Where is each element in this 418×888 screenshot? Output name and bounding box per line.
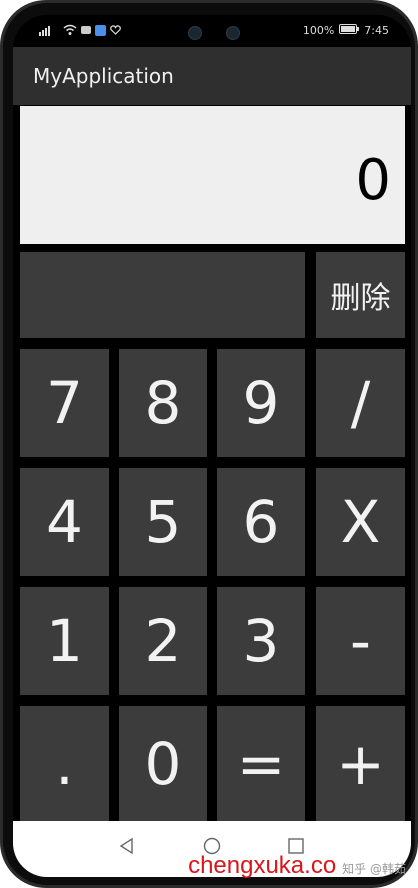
signal-icon — [39, 24, 59, 39]
notification-icon — [81, 25, 91, 38]
key-0[interactable]: 0 — [119, 706, 207, 822]
status-icons-left — [39, 24, 121, 39]
app-notification-icon — [95, 24, 106, 39]
clock: 7:45 — [364, 24, 389, 37]
decimal-button[interactable]: . — [20, 706, 109, 822]
back-icon[interactable] — [118, 837, 136, 859]
status-bar: 100% 7:45 — [13, 15, 411, 49]
key-2[interactable]: 2 — [119, 587, 207, 695]
key-1[interactable]: 1 — [20, 587, 109, 695]
front-camera-icon — [188, 26, 202, 40]
equals-button[interactable]: = — [217, 706, 305, 822]
wifi-icon — [63, 24, 77, 39]
phone-screen: 100% 7:45 MyApplication 0 删除 7 8 9 / 4 5… — [13, 15, 411, 877]
delete-button[interactable]: 删除 — [316, 252, 405, 338]
watermark-author: 知乎 @韩茹 — [342, 862, 406, 876]
app-title: MyApplication — [33, 64, 174, 88]
key-8[interactable]: 8 — [119, 349, 207, 457]
key-4[interactable]: 4 — [20, 468, 109, 576]
add-button[interactable]: + — [316, 706, 405, 822]
key-3[interactable]: 3 — [217, 587, 305, 695]
divide-button[interactable]: / — [316, 349, 405, 457]
phone-frame: 100% 7:45 MyApplication 0 删除 7 8 9 / 4 5… — [0, 0, 418, 888]
key-7[interactable]: 7 — [20, 349, 109, 457]
subtract-button[interactable]: - — [316, 587, 405, 695]
app-bar: MyApplication — [13, 47, 411, 105]
calculator-grid: 0 删除 7 8 9 / 4 5 6 X 1 2 3 - . 0 = + — [20, 106, 405, 822]
battery-icon — [339, 24, 360, 37]
watermark-site: chengxuka.co — [188, 852, 337, 879]
front-sensor-icon — [226, 26, 240, 40]
battery-percent: 100% — [302, 24, 335, 37]
phone-bezel: 100% 7:45 MyApplication 0 删除 7 8 9 / 4 5… — [3, 3, 415, 885]
key-9[interactable]: 9 — [217, 349, 305, 457]
key-6[interactable]: 6 — [217, 468, 305, 576]
watermark: chengxuka.co 知乎 @韩茹 — [188, 852, 406, 880]
status-icons-right: 100% 7:45 — [303, 24, 389, 37]
display-value: 0 — [355, 148, 391, 213]
result-display: 0 — [20, 106, 405, 244]
heart-icon — [110, 25, 121, 38]
multiply-button[interactable]: X — [316, 468, 405, 576]
blank-key[interactable] — [20, 252, 305, 338]
camera-notch — [168, 15, 258, 49]
key-5[interactable]: 5 — [119, 468, 207, 576]
